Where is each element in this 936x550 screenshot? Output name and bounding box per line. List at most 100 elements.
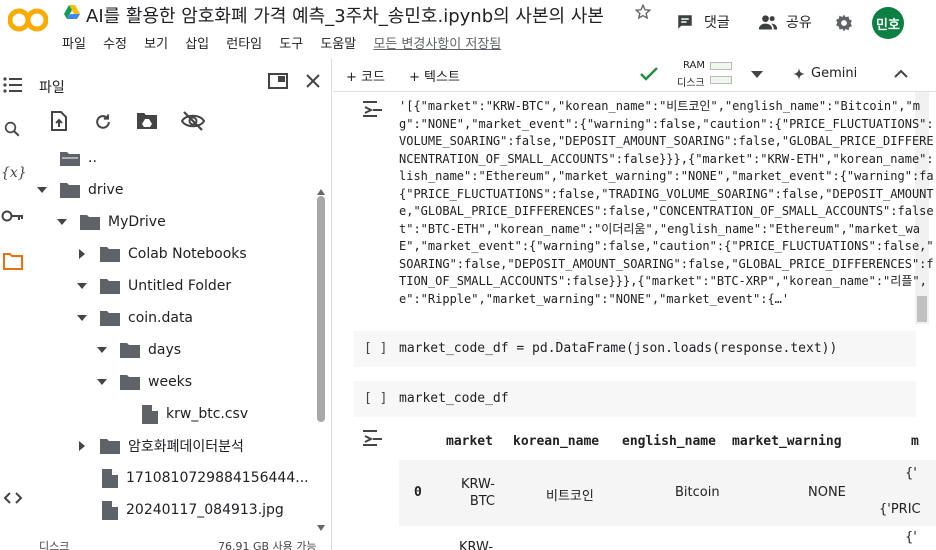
tree-label: krw_btc.csv xyxy=(166,406,249,422)
files-folder-icon[interactable] xyxy=(3,252,23,270)
user-avatar[interactable]: 민호 xyxy=(872,7,904,39)
tree-label: Colab Notebooks xyxy=(128,246,247,262)
output-line: e,"GLOBAL_PRICE_DIFFERENCES":false,"CONC… xyxy=(399,204,934,218)
tree-row-colab-notebooks[interactable]: Colab Notebooks xyxy=(76,238,247,270)
chevron-down-icon[interactable] xyxy=(56,216,68,228)
menu-edit[interactable]: 수정 xyxy=(103,37,127,52)
sidebar-scrollbar[interactable] xyxy=(316,176,326,546)
files-panel: 파일 .. drive MyDrive Colab Notebooks Unti… xyxy=(26,58,332,550)
output-line: SOARING":false,"DEPOSIT_AMOUNT_SOARING":… xyxy=(399,256,934,271)
hide-files-eye-icon[interactable] xyxy=(181,111,205,131)
add-code-button[interactable]: + 코드 xyxy=(346,66,385,85)
save-status[interactable]: 모든 변경사항이 저장됨 xyxy=(373,37,501,52)
folder-icon xyxy=(120,374,140,390)
table-row: KRW- {' xyxy=(399,528,936,550)
output-line: {"PRICE_FLUCTUATIONS":false,"TRADING_VOL… xyxy=(399,186,934,201)
scroll-down-arrow[interactable] xyxy=(317,516,325,535)
folder-icon xyxy=(60,182,80,198)
cell-code[interactable]: market_code_df xyxy=(399,391,509,406)
settings-gear-icon[interactable] xyxy=(834,13,854,33)
open-in-tab-icon[interactable] xyxy=(268,73,288,89)
tree-label: days xyxy=(148,342,182,358)
colab-logo[interactable] xyxy=(7,6,49,34)
output-line: e":"Ripple","market_warning":"NONE","mar… xyxy=(399,291,790,306)
code-snippets-icon[interactable] xyxy=(3,490,23,506)
cell-code[interactable]: market_code_df = pd.DataFrame(json.loads… xyxy=(399,341,837,356)
tree-label: drive xyxy=(88,182,124,198)
disk-free-value: 76.91 GB 사용 가능 xyxy=(218,540,317,550)
collapse-chevron-up-icon[interactable] xyxy=(894,69,908,79)
menu-runtime[interactable]: 런타임 xyxy=(226,37,262,52)
column-header: korean_name xyxy=(513,434,600,449)
disk-footer: 디스크 76.91 GB 사용 가능 xyxy=(26,538,331,550)
market-event-cell: {' xyxy=(905,530,917,545)
gemini-button[interactable]: Gemini xyxy=(793,66,857,81)
chevron-down-icon[interactable] xyxy=(36,184,48,196)
resource-monitor[interactable]: RAM 디스크 xyxy=(677,60,733,90)
scroll-thumb[interactable] xyxy=(317,196,325,422)
output-toggle-icon[interactable] xyxy=(363,429,385,447)
comment-button[interactable]: 댓글 xyxy=(676,12,730,32)
upload-file-icon[interactable] xyxy=(50,111,68,131)
market-cell: KRW- xyxy=(459,540,494,550)
notebook-title[interactable]: AI를 활용한 암호화폐 가격 예측_3주차_송민호.ipynb의 사본의 사본 xyxy=(86,2,604,28)
runtime-dropdown-icon[interactable] xyxy=(751,71,763,79)
tree-label: .. xyxy=(88,150,97,166)
panel-title: 파일 xyxy=(39,80,65,96)
menu-help[interactable]: 도움말 xyxy=(320,37,356,52)
row-index: 0 xyxy=(414,485,422,500)
market-cell: KRW- BTC xyxy=(459,476,495,510)
column-header: english_name xyxy=(622,434,716,449)
menu-file[interactable]: 파일 xyxy=(62,37,86,52)
secrets-key-icon[interactable] xyxy=(1,208,25,224)
tree-row-file-1710[interactable]: 1710810729884156444... xyxy=(102,462,309,494)
tree-row-parent[interactable]: .. xyxy=(60,142,97,174)
chevron-right-icon[interactable] xyxy=(76,248,88,260)
ram-label: RAM xyxy=(683,60,706,71)
search-icon[interactable] xyxy=(3,120,21,138)
variables-icon[interactable]: {x} xyxy=(1,162,25,182)
star-icon[interactable] xyxy=(634,3,652,21)
avatar-initials: 민호 xyxy=(876,17,900,33)
ram-bar xyxy=(710,62,732,70)
folder-icon xyxy=(100,278,120,294)
chevron-right-icon[interactable] xyxy=(76,440,88,452)
menu-insert[interactable]: 삽입 xyxy=(185,37,209,52)
english-name-cell: Bitcoin xyxy=(675,485,720,500)
chevron-down-icon[interactable] xyxy=(96,376,108,388)
chevron-down-icon[interactable] xyxy=(76,312,88,324)
folder-icon xyxy=(100,246,120,262)
chevron-down-icon[interactable] xyxy=(96,344,108,356)
comment-icon xyxy=(676,13,694,31)
add-text-button[interactable]: + 텍스트 xyxy=(409,66,460,85)
market-line: KRW- xyxy=(460,477,495,492)
share-button[interactable]: 공유 xyxy=(758,12,812,32)
run-cell-button[interactable]: [ ] xyxy=(364,391,387,406)
tree-label: MyDrive xyxy=(108,214,166,230)
run-cell-button[interactable]: [ ] xyxy=(364,341,387,356)
tree-row-mydrive[interactable]: MyDrive xyxy=(56,206,166,238)
svg-text:{x}: {x} xyxy=(1,165,25,181)
menu-view[interactable]: 보기 xyxy=(144,37,168,52)
output-line: lish_name":"Ethereum","market_warning":"… xyxy=(399,169,934,183)
tree-row-coin-data[interactable]: coin.data xyxy=(76,302,193,334)
tree-row-krw-btc-csv[interactable]: krw_btc.csv xyxy=(142,398,248,430)
people-icon xyxy=(758,13,778,31)
tree-row-crypto-analysis[interactable]: 암호화폐데이터분석 xyxy=(76,430,244,462)
tree-row-file-jpg[interactable]: 20240117_084913.jpg xyxy=(102,494,284,526)
tree-row-days[interactable]: days xyxy=(96,334,181,366)
output-scroll-thumb[interactable] xyxy=(917,296,927,322)
drive-icon xyxy=(64,5,80,19)
menu-tools[interactable]: 도구 xyxy=(279,37,303,52)
mount-drive-icon[interactable] xyxy=(136,112,158,130)
tree-row-untitled-folder[interactable]: Untitled Folder xyxy=(76,270,231,302)
refresh-icon[interactable] xyxy=(93,112,113,132)
tree-row-drive[interactable]: drive xyxy=(36,174,123,206)
market-event-cell: {' xyxy=(905,466,917,481)
toc-list-icon[interactable] xyxy=(3,76,23,94)
chevron-down-icon[interactable] xyxy=(76,280,88,292)
tree-row-weeks[interactable]: weeks xyxy=(96,366,192,398)
output-toggle-icon[interactable] xyxy=(363,100,385,118)
close-icon[interactable] xyxy=(305,73,321,89)
market-event-cell: {'PRIC xyxy=(879,502,921,517)
